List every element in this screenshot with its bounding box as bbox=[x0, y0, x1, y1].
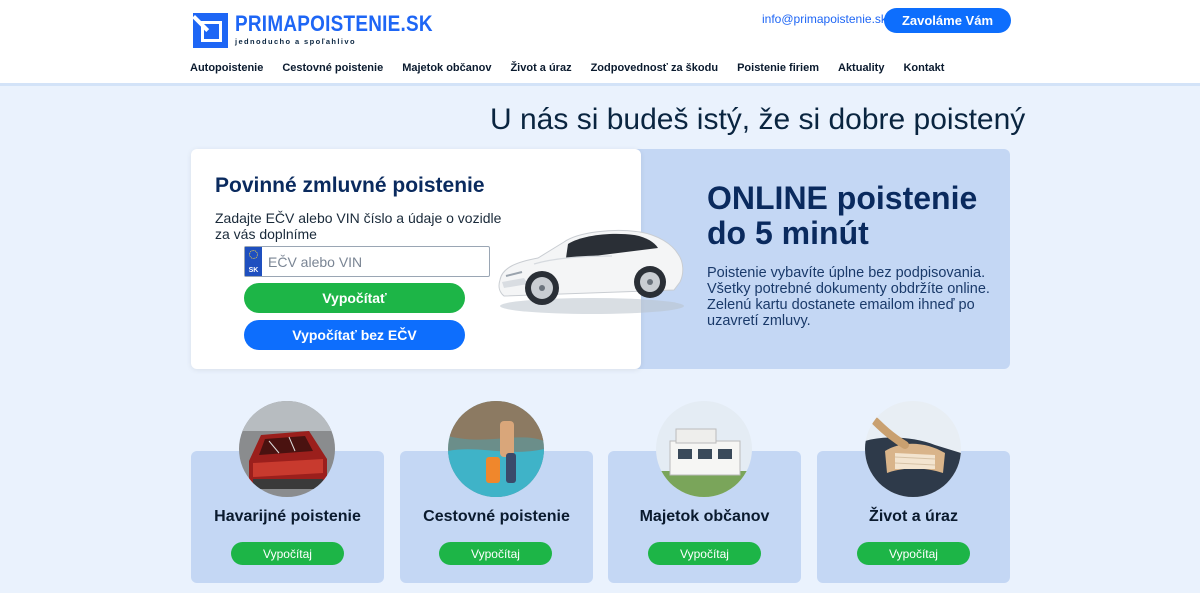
sk-plate-icon: SK bbox=[245, 247, 262, 276]
email-link[interactable]: info@primapoistenie.sk bbox=[762, 12, 887, 26]
call-us-button[interactable]: Zavoláme Vám bbox=[884, 8, 1011, 33]
crashed-car-image bbox=[239, 401, 335, 497]
nav-item-autopoistenie[interactable]: Autopoistenie bbox=[190, 62, 263, 74]
bandaged-hand-image bbox=[865, 401, 961, 497]
card-title-havarijne: Havarijné poistenie bbox=[214, 508, 361, 525]
card-title-zivot: Život a úraz bbox=[869, 508, 958, 525]
logo-tagline: jednoducho a spoľahlivo bbox=[235, 37, 356, 46]
nav-item-aktuality[interactable]: Aktuality bbox=[838, 62, 884, 74]
main-nav: Autopoistenie Cestovné poistenie Majetok… bbox=[190, 62, 963, 74]
nav-item-kontakt[interactable]: Kontakt bbox=[903, 62, 944, 74]
calculate-without-ecv-button[interactable]: Vypočítať bez EČV bbox=[244, 320, 465, 350]
site-header: PRIMAPOISTENIE.SK jednoducho a spoľahliv… bbox=[0, 0, 1200, 86]
nav-item-cestovne-poistenie[interactable]: Cestovné poistenie bbox=[282, 62, 383, 74]
ecv-input-wrapper: SK bbox=[244, 246, 490, 277]
card-title-cestovne: Cestovné poistenie bbox=[423, 508, 570, 525]
online-description: Poistenie vybavíte úplne bez podpisovani… bbox=[707, 265, 990, 329]
card-button-zivot[interactable]: Vypočítaj bbox=[857, 542, 970, 565]
nav-item-poistenie-firiem[interactable]: Poistenie firiem bbox=[737, 62, 819, 74]
logo-title: PRIMAPOISTENIE.SK bbox=[235, 11, 433, 36]
ecv-input[interactable] bbox=[262, 247, 482, 276]
nav-item-majetok-obcanov[interactable]: Majetok občanov bbox=[402, 62, 491, 74]
card-button-cestovne[interactable]: Vypočítaj bbox=[439, 542, 552, 565]
car-image bbox=[498, 229, 684, 314]
card-title-majetok: Majetok občanov bbox=[639, 508, 770, 525]
nav-item-zodpovednost[interactable]: Zodpovednosť za škodu bbox=[591, 62, 719, 74]
card-button-havarijne[interactable]: Vypočítaj bbox=[231, 542, 344, 565]
online-title: ONLINE poistenie do 5 minút bbox=[707, 180, 978, 251]
form-description: Zadajte EČV alebo VIN číslo a údaje o vo… bbox=[215, 210, 502, 242]
form-title: Povinné zmluvné poistenie bbox=[215, 174, 485, 197]
plate-country-code: SK bbox=[248, 267, 259, 274]
logo-mark-icon bbox=[192, 13, 228, 48]
logo[interactable]: PRIMAPOISTENIE.SK jednoducho a spoľahliv… bbox=[192, 11, 465, 48]
card-button-majetok[interactable]: Vypočítaj bbox=[648, 542, 761, 565]
eu-stars-icon bbox=[249, 250, 258, 259]
nav-item-zivot-a-uraz[interactable]: Život a úraz bbox=[510, 62, 571, 74]
travel-beach-image bbox=[448, 401, 544, 497]
house-image bbox=[656, 401, 752, 497]
hero-title: U nás si budeš istý, že si dobre poisten… bbox=[490, 103, 1026, 136]
calculate-button[interactable]: Vypočítať bbox=[244, 283, 465, 313]
